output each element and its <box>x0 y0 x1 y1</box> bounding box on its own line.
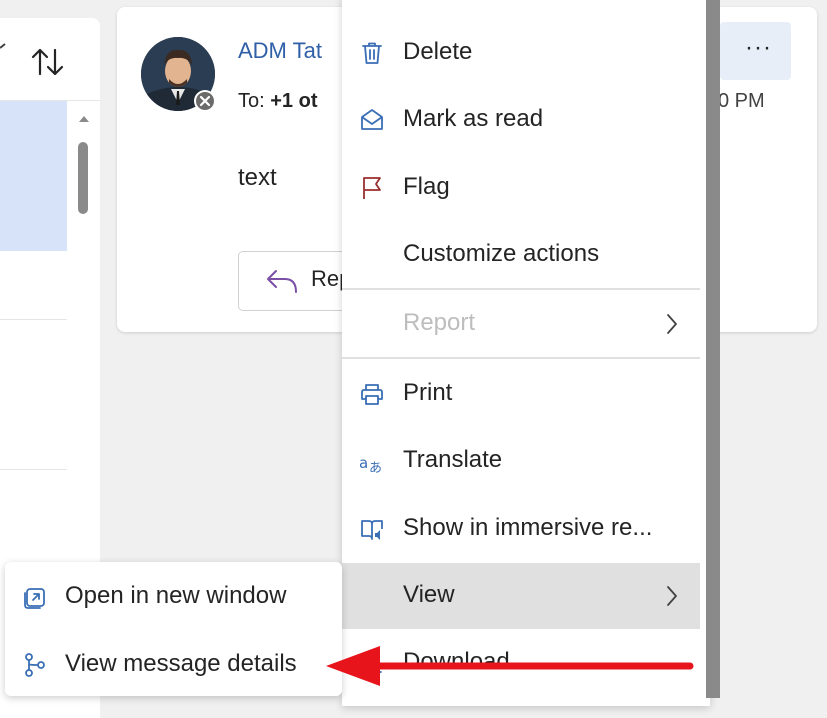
printer-icon <box>361 384 383 405</box>
list-divider <box>0 469 67 470</box>
submenu-item-label: View message details <box>65 650 297 677</box>
trash-icon <box>362 42 382 64</box>
scroll-up-arrow-icon[interactable] <box>78 114 90 124</box>
recipients-line: To: +1 ot <box>238 90 318 113</box>
menu-item-immersive-reader[interactable]: Show in immersive re... <box>342 496 700 562</box>
more-dots-icon: ··· <box>745 34 772 61</box>
menu-item-report: Report <box>342 291 700 357</box>
sort-stub-icon <box>0 43 6 49</box>
view-submenu: Open in new window View message details <box>5 562 342 696</box>
menu-item-label: Mark as read <box>403 105 544 132</box>
menu-item-view[interactable]: View <box>342 563 700 629</box>
envelope-open-icon <box>361 109 383 130</box>
menu-item-delete[interactable]: Delete <box>342 20 700 86</box>
menu-item-label: Report <box>403 309 476 336</box>
message-body: text <box>238 164 277 191</box>
open-new-window-icon <box>24 588 45 609</box>
list-scrollbar-thumb[interactable] <box>78 142 88 214</box>
svg-text:あ: あ <box>369 461 382 474</box>
menu-separator <box>342 288 700 290</box>
context-menu: Delete Mark as read Flag Customize actio… <box>342 0 710 706</box>
menu-scrollbar[interactable] <box>706 0 720 698</box>
menu-item-translate[interactable]: a あ Translate <box>342 428 700 494</box>
menu-item-mark-as-read[interactable]: Mark as read <box>342 87 700 153</box>
message-list-header <box>0 18 100 101</box>
chevron-right-icon <box>667 586 677 606</box>
menu-item-label: View <box>403 581 455 608</box>
menu-item-customize-actions[interactable]: Customize actions <box>342 222 700 288</box>
presence-status-icon <box>194 90 216 112</box>
menu-item-label: Print <box>403 379 453 406</box>
menu-item-label: Customize actions <box>403 240 600 267</box>
translate-icon: a あ <box>359 454 382 474</box>
flag-icon <box>363 177 381 199</box>
more-actions-button[interactable]: ··· <box>720 22 791 80</box>
menu-item-label: Show in immersive re... <box>403 514 653 541</box>
menu-item-print[interactable]: Print <box>342 361 700 427</box>
recipients-count[interactable]: +1 ot <box>270 90 317 112</box>
menu-item-label: Delete <box>403 38 473 65</box>
menu-separator <box>342 357 700 359</box>
selected-message-row[interactable] <box>0 101 67 251</box>
reply-icon <box>267 270 297 293</box>
message-time: 0 PM <box>718 90 765 112</box>
immersive-reader-icon <box>361 520 383 540</box>
submenu-item-label: Open in new window <box>65 582 287 609</box>
sort-icon[interactable] <box>28 42 68 82</box>
list-divider <box>0 319 67 320</box>
annotation-arrow-icon <box>326 646 694 686</box>
submenu-item-view-message-details[interactable]: View message details <box>5 630 342 696</box>
menu-item-label: Translate <box>403 446 503 473</box>
chevron-right-icon <box>667 314 677 334</box>
submenu-item-open-new-window[interactable]: Open in new window <box>5 562 342 628</box>
menu-item-flag[interactable]: Flag <box>342 155 700 221</box>
sender-name[interactable]: ADM Tat <box>238 38 322 64</box>
menu-item-label: Flag <box>403 173 450 200</box>
to-label: To: <box>238 90 265 112</box>
message-details-icon <box>25 653 45 677</box>
svg-text:a: a <box>359 454 368 472</box>
